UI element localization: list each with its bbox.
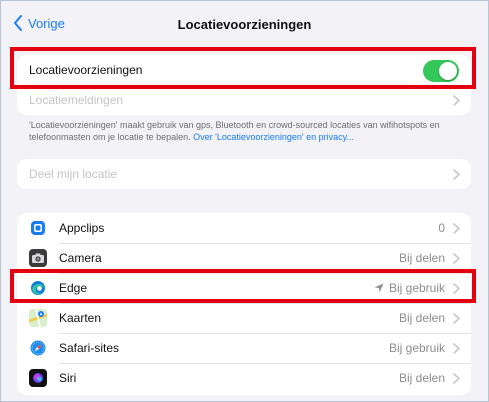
chevron-right-icon (453, 94, 460, 106)
app-row-safari-sites[interactable]: Safari-sites Bij gebruik (17, 333, 471, 363)
app-row-kaarten[interactable]: Kaarten Bij delen (17, 303, 471, 333)
privacy-link[interactable]: Over 'Locatievoorzieningen' en privacy..… (193, 132, 354, 142)
navigation-bar: Vorige Locatievoorzieningen (1, 1, 488, 47)
app-name: Siri (59, 371, 77, 385)
location-services-footer: 'Locatievoorzieningen' maakt gebruik van… (29, 119, 469, 143)
location-arrow-icon (374, 283, 384, 293)
chevron-right-icon (453, 282, 460, 294)
location-services-group: Locatievoorzieningen Locatiemeldingen (17, 55, 471, 115)
location-alerts-row[interactable]: Locatiemeldingen (17, 85, 471, 115)
app-permission-text: Bij gebruik (388, 281, 445, 295)
chevron-right-icon (453, 168, 460, 180)
toggle-knob (439, 62, 457, 80)
apps-group: Appclips 0 Camera Bij delen Edge Bij geb… (17, 213, 471, 395)
page-title: Locatievoorzieningen (177, 17, 312, 32)
location-services-label: Locatievoorzieningen (29, 63, 143, 77)
chevron-right-icon (453, 312, 460, 324)
app-permission-value: Bij delen (398, 311, 445, 325)
settings-screen: Vorige Locatievoorzieningen Locatievoorz… (0, 0, 489, 402)
app-name: Safari-sites (59, 341, 120, 355)
camera-icon (29, 249, 47, 267)
maps-icon (29, 309, 47, 327)
chevron-right-icon (453, 252, 460, 264)
location-services-row: Locatievoorzieningen (17, 55, 471, 85)
share-location-row[interactable]: Deel mijn locatie (17, 159, 471, 189)
share-location-group: Deel mijn locatie (17, 159, 471, 189)
app-permission-value: 0 (438, 221, 445, 235)
location-services-toggle[interactable] (423, 60, 459, 82)
app-row-appclips[interactable]: Appclips 0 (17, 213, 471, 243)
chevron-right-icon (453, 372, 460, 384)
app-row-edge[interactable]: Edge Bij gebruik (17, 273, 471, 303)
app-permission-value: Bij gebruik (388, 341, 445, 355)
app-name: Appclips (59, 221, 105, 235)
chevron-right-icon (453, 342, 460, 354)
siri-icon (29, 369, 47, 387)
edge-icon (29, 279, 47, 297)
app-permission-value: Bij gebruik (374, 281, 445, 295)
location-alerts-label: Locatiemeldingen (29, 93, 124, 107)
appclips-icon (29, 219, 47, 237)
app-name: Kaarten (59, 311, 102, 325)
app-permission-value: Bij delen (398, 251, 445, 265)
app-name: Edge (59, 281, 88, 295)
app-permission-value: Bij delen (398, 371, 445, 385)
chevron-right-icon (453, 222, 460, 234)
safari-icon (29, 339, 47, 357)
app-row-camera[interactable]: Camera Bij delen (17, 243, 471, 273)
share-location-label: Deel mijn locatie (29, 167, 118, 181)
app-row-siri[interactable]: Siri Bij delen (17, 363, 471, 393)
app-name: Camera (59, 251, 102, 265)
